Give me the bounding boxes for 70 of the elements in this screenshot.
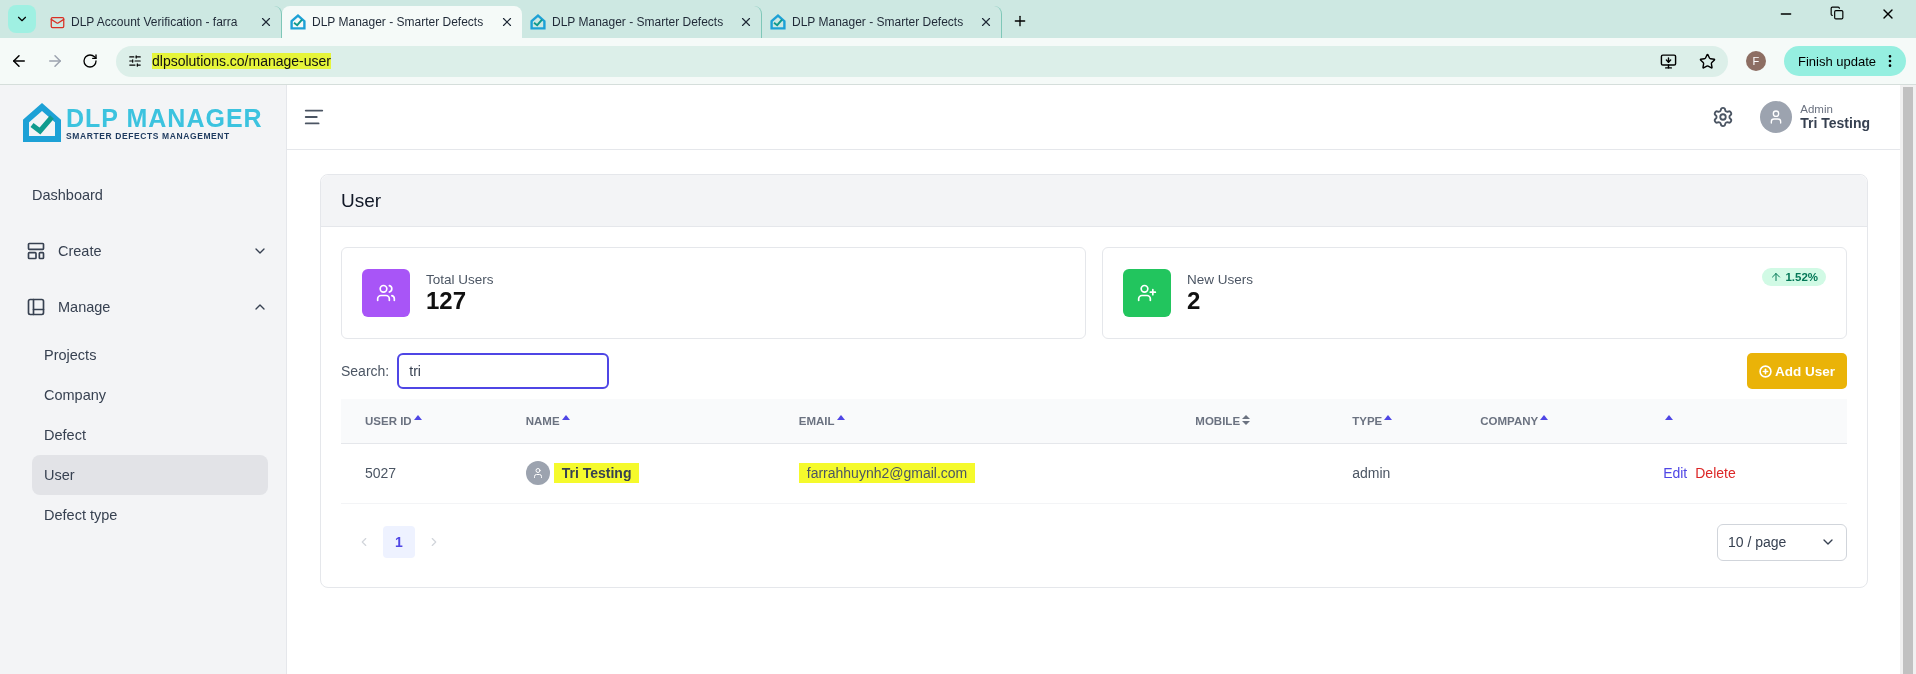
logo-subtitle: SMARTER DEFECTS MANAGEMENT — [66, 130, 231, 141]
table-cell: admin — [1328, 443, 1457, 503]
sort-up-icon[interactable] — [836, 414, 845, 420]
search-field[interactable]: tri — [397, 353, 610, 389]
settings-icon[interactable] — [1712, 106, 1735, 128]
bookmark-icon[interactable] — [1698, 52, 1716, 70]
sort-up-icon[interactable] — [561, 414, 570, 420]
column-header[interactable]: MOBILE — [1171, 399, 1329, 443]
sort-up-icon[interactable] — [1665, 414, 1674, 420]
sort-up-icon[interactable] — [413, 414, 422, 420]
sort-up-icon[interactable] — [1384, 414, 1393, 420]
logo-icon — [22, 103, 62, 143]
nav-item[interactable]: Projects — [32, 335, 268, 375]
finish-update-button[interactable]: Finish update — [1783, 46, 1906, 76]
search-label: Search: — [341, 363, 390, 379]
back-icon[interactable] — [10, 52, 28, 70]
layout-icon — [26, 241, 46, 261]
stat-value: 2 — [1187, 286, 1202, 315]
nav-item[interactable]: Defect — [32, 415, 268, 455]
column-header[interactable]: TYPE — [1328, 399, 1457, 443]
scrollbar-thumb[interactable] — [1903, 87, 1913, 674]
mail-icon — [50, 14, 65, 30]
sort-up-icon[interactable] — [1540, 414, 1549, 420]
nav-item[interactable]: Defect type — [32, 495, 268, 535]
profile-avatar[interactable]: F — [1745, 51, 1766, 71]
reload-icon[interactable] — [82, 53, 98, 69]
new-tab-icon[interactable] — [1012, 13, 1028, 29]
users-icon — [376, 283, 396, 303]
user-avatar — [525, 461, 550, 485]
table-cell: 5027 — [341, 443, 502, 503]
plus-circle-icon — [1759, 364, 1772, 378]
user-role: Admin — [1800, 103, 1834, 115]
table-cell: farrahhuynh2@gmail.com — [798, 463, 976, 483]
column-header[interactable]: NAME — [501, 399, 775, 443]
logo-icon — [770, 14, 786, 30]
site-settings-icon[interactable] — [128, 54, 142, 68]
nav-group[interactable]: Create — [26, 223, 268, 279]
logo-title: DLP MANAGER — [66, 105, 263, 131]
page-size-select[interactable]: 10 / page — [1717, 523, 1847, 561]
logo-icon — [530, 14, 546, 30]
logo-icon — [290, 14, 306, 30]
close-icon[interactable] — [500, 15, 514, 29]
stat-label: Total Users — [426, 271, 494, 287]
nav-item[interactable]: User — [32, 455, 268, 495]
table-cell: Tri Testing — [553, 463, 640, 483]
nav-item[interactable]: Dashboard — [32, 167, 268, 223]
close-icon[interactable] — [739, 15, 753, 29]
card-title: User — [321, 175, 1867, 227]
restore-icon[interactable] — [1830, 6, 1844, 20]
panels-icon — [26, 297, 46, 317]
close-icon[interactable] — [259, 15, 273, 29]
column-header[interactable]: USER ID — [341, 399, 502, 443]
user-plus-icon — [1137, 283, 1157, 303]
trend-badge: 1.52% — [1762, 268, 1826, 286]
browser-tab[interactable]: DLP Manager - Smarter Defects — [282, 6, 522, 38]
edit-link[interactable]: Edit — [1663, 465, 1688, 481]
stat-value: 127 — [426, 286, 468, 315]
nav-group[interactable]: Manage — [26, 279, 268, 335]
user-name: Tri Testing — [1800, 115, 1870, 131]
page-button[interactable]: 1 — [383, 526, 415, 558]
column-header[interactable]: COMPANY — [1456, 399, 1640, 443]
url-text: dlpsolutions.co/manage-user — [152, 53, 331, 69]
delete-link[interactable]: Delete — [1695, 465, 1736, 481]
address-bar[interactable]: dlpsolutions.co/manage-user — [116, 45, 1728, 77]
sort-icon[interactable] — [1242, 414, 1251, 425]
stat-label: New Users — [1187, 271, 1253, 287]
column-header[interactable]: EMAIL — [774, 399, 1172, 443]
install-icon[interactable] — [1659, 52, 1677, 70]
nav-item[interactable]: Company — [32, 375, 268, 415]
close-icon[interactable] — [979, 15, 993, 29]
